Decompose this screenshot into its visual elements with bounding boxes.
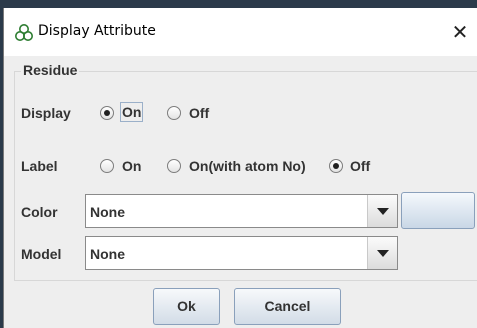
display-on-label[interactable]: On	[119, 102, 144, 122]
chevron-down-icon[interactable]	[367, 195, 397, 227]
display-off-label[interactable]: Off	[189, 105, 209, 121]
display-on-radio[interactable]	[100, 106, 114, 120]
display-label: Display	[21, 105, 71, 121]
molecule-icon	[15, 24, 33, 41]
close-icon: ✕	[451, 20, 469, 44]
label-on-radio[interactable]	[100, 159, 114, 173]
color-swatch-button[interactable]	[401, 192, 475, 229]
title-bar: Display Attribute ✕	[4, 8, 477, 56]
cancel-button[interactable]: Cancel	[234, 288, 341, 325]
label-off-radio[interactable]	[329, 159, 343, 173]
label-on-atom-no-radio[interactable]	[167, 159, 181, 173]
color-select-value: None	[90, 204, 125, 220]
chevron-down-icon[interactable]	[367, 237, 397, 269]
label-on-atom-no-label[interactable]: On(with atom No)	[189, 158, 306, 174]
residue-group-title: Residue	[21, 62, 80, 78]
model-label: Model	[21, 246, 62, 262]
ok-button[interactable]: Ok	[153, 288, 220, 325]
color-label: Color	[21, 204, 58, 220]
label-label: Label	[21, 158, 58, 174]
close-button[interactable]: ✕	[446, 18, 474, 46]
model-select[interactable]: None	[85, 236, 398, 270]
window-title: Display Attribute	[38, 23, 156, 39]
display-attribute-dialog: Display Attribute ✕ Residue Display On O…	[3, 8, 477, 328]
label-off-label[interactable]: Off	[350, 158, 370, 174]
model-select-value: None	[90, 246, 125, 262]
display-off-radio[interactable]	[167, 106, 181, 120]
color-select[interactable]: None	[85, 194, 398, 228]
label-on-label[interactable]: On	[122, 158, 141, 174]
